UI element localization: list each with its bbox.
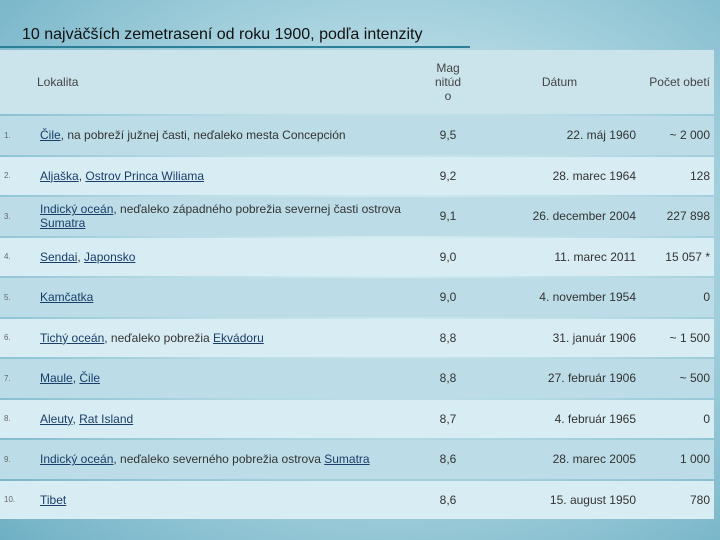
row-date: 22. máj 1960	[566, 128, 636, 143]
row-deaths: 227 898	[666, 209, 710, 224]
location-text: , neďaleko severného pobrežia ostrova	[113, 452, 325, 467]
row-date: 15. august 1950	[549, 492, 636, 507]
row-location: Indický oceán, neďaleko severného pobrež…	[36, 440, 414, 479]
location-link[interactable]: Aleuty	[40, 412, 72, 426]
row-date: 27. február 1906	[547, 371, 636, 386]
row-location: Kamčatka	[36, 278, 414, 317]
row-magnitude: 9,5	[439, 128, 457, 143]
row-deaths: ~ 2 000	[669, 128, 710, 143]
header-rank	[0, 50, 36, 114]
row-location: Aleuty, Rat Island	[36, 400, 414, 439]
row-date: 4. február 1965	[554, 411, 636, 426]
location-link[interactable]: Čile	[79, 371, 100, 385]
header-deaths: Počet obetí	[649, 75, 710, 89]
header-location: Lokalita	[37, 75, 79, 89]
row-location: Tichý oceán, neďaleko pobrežia Ekvádoru	[36, 319, 414, 358]
location-text: , na pobreží južnej časti, neďaleko mest…	[60, 128, 346, 143]
location-text: , neďaleko západného pobrežia severnej č…	[113, 202, 401, 217]
table-row: 9. Indický oceán, neďaleko severného pobr…	[0, 440, 714, 479]
location-link[interactable]: Ekvádoru	[213, 331, 264, 345]
row-rank: 5.	[4, 292, 11, 302]
row-magnitude: 9,0	[439, 290, 457, 305]
row-rank: 1.	[4, 130, 11, 140]
header-magnitude-line2: nitúd	[434, 75, 462, 89]
row-magnitude: 8,8	[439, 330, 457, 345]
location-link[interactable]: Kamčatka	[40, 290, 93, 304]
location-link[interactable]: Tibet	[40, 493, 66, 507]
row-date: 4. november 1954	[539, 290, 636, 305]
row-deaths: 1 000	[679, 452, 710, 467]
row-magnitude: 9,2	[439, 168, 457, 183]
row-deaths: ~ 1 500	[669, 330, 710, 345]
header-magnitude: Mag nitúd o	[414, 50, 482, 114]
header-date: Dátum	[541, 75, 578, 89]
location-link[interactable]: Ostrov Princa Wiliama	[85, 169, 204, 183]
row-date: 31. január 1906	[552, 330, 636, 345]
row-date: 28. marec 2005	[552, 452, 636, 467]
location-link[interactable]: Maule	[40, 371, 73, 385]
earthquake-table: Lokalita Mag nitúd o Dátum Počet obetí 1…	[0, 48, 714, 521]
row-magnitude: 8,7	[439, 411, 457, 426]
table-row: 7. Maule, Čile 8,8 27. február 1906 ~ 500	[0, 359, 714, 398]
row-rank: 9.	[4, 454, 11, 464]
location-link[interactable]: Indický oceán	[40, 452, 113, 466]
row-deaths: ~ 500	[679, 371, 710, 386]
table-row: 3. Indický oceán, neďaleko západného pobr…	[0, 197, 714, 236]
location-link[interactable]: Indický oceán	[40, 202, 113, 216]
header-magnitude-line1: Mag	[436, 61, 460, 75]
row-location: Indický oceán, neďaleko západného pobrež…	[36, 197, 414, 236]
row-location: Čile, na pobreží južnej časti, neďaleko …	[36, 116, 414, 155]
row-location: Sendai, Japonsko	[36, 238, 414, 277]
row-rank: 2.	[4, 171, 11, 181]
row-location: Tibet	[36, 481, 414, 520]
table-row: 4. Sendai, Japonsko 9,0 11. marec 2011 15 05…	[0, 237, 714, 277]
location-link[interactable]: Tichý oceán	[40, 331, 104, 345]
row-rank: 10.	[4, 495, 16, 505]
row-rank: 6.	[4, 333, 11, 343]
location-link[interactable]: Sendai	[40, 250, 77, 264]
location-link[interactable]: Čile	[40, 128, 61, 142]
row-deaths: 780	[689, 492, 710, 507]
row-deaths: 15 057 *	[665, 249, 710, 264]
location-link[interactable]: Sumatra	[324, 452, 369, 466]
table-row: 1. Čile, na pobreží južnej časti, neďalek…	[0, 116, 714, 155]
page-title: 10 najväčších zemetrasení od roku 1900, …	[22, 26, 423, 43]
row-rank: 8.	[4, 414, 11, 424]
row-date: 28. marec 1964	[552, 168, 636, 183]
table-row: 10. Tibet 8,6 15. august 1950 780	[0, 480, 714, 520]
row-location: Aljaška, Ostrov Princa Wiliama	[36, 157, 414, 196]
table-row: 5. Kamčatka 9,0 4. november 1954 0	[0, 278, 714, 317]
table-row: 6. Tichý oceán, neďaleko pobrežia Ekvádor…	[0, 318, 714, 358]
row-rank: 7.	[4, 373, 11, 383]
row-magnitude: 8,8	[439, 371, 457, 386]
row-magnitude: 8,6	[439, 492, 457, 507]
table-header-row: Lokalita Mag nitúd o Dátum Počet obetí	[0, 50, 714, 114]
row-deaths: 0	[703, 290, 710, 305]
row-rank: 3.	[4, 211, 11, 221]
row-location: Maule, Čile	[36, 359, 414, 398]
location-link[interactable]: Sumatra	[40, 216, 85, 230]
location-text: , neďaleko pobrežia	[104, 330, 214, 345]
location-link[interactable]: Rat Island	[79, 412, 133, 426]
location-link[interactable]: Japonsko	[84, 250, 135, 264]
row-date: 26. december 2004	[532, 209, 636, 224]
row-deaths: 0	[703, 411, 710, 426]
row-date: 11. marec 2011	[554, 249, 636, 264]
table-row: 2. Aljaška, Ostrov Princa Wiliama 9,2 28. m…	[0, 156, 714, 196]
row-magnitude: 9,1	[439, 209, 457, 224]
row-magnitude: 9,0	[439, 249, 457, 264]
header-magnitude-line3: o	[444, 89, 452, 103]
row-magnitude: 8,6	[439, 452, 457, 467]
row-rank: 4.	[4, 252, 11, 262]
location-link[interactable]: Aljaška	[40, 169, 79, 183]
row-deaths: 128	[689, 168, 710, 183]
table-row: 8. Aleuty, Rat Island 8,7 4. február 1965 0	[0, 399, 714, 439]
